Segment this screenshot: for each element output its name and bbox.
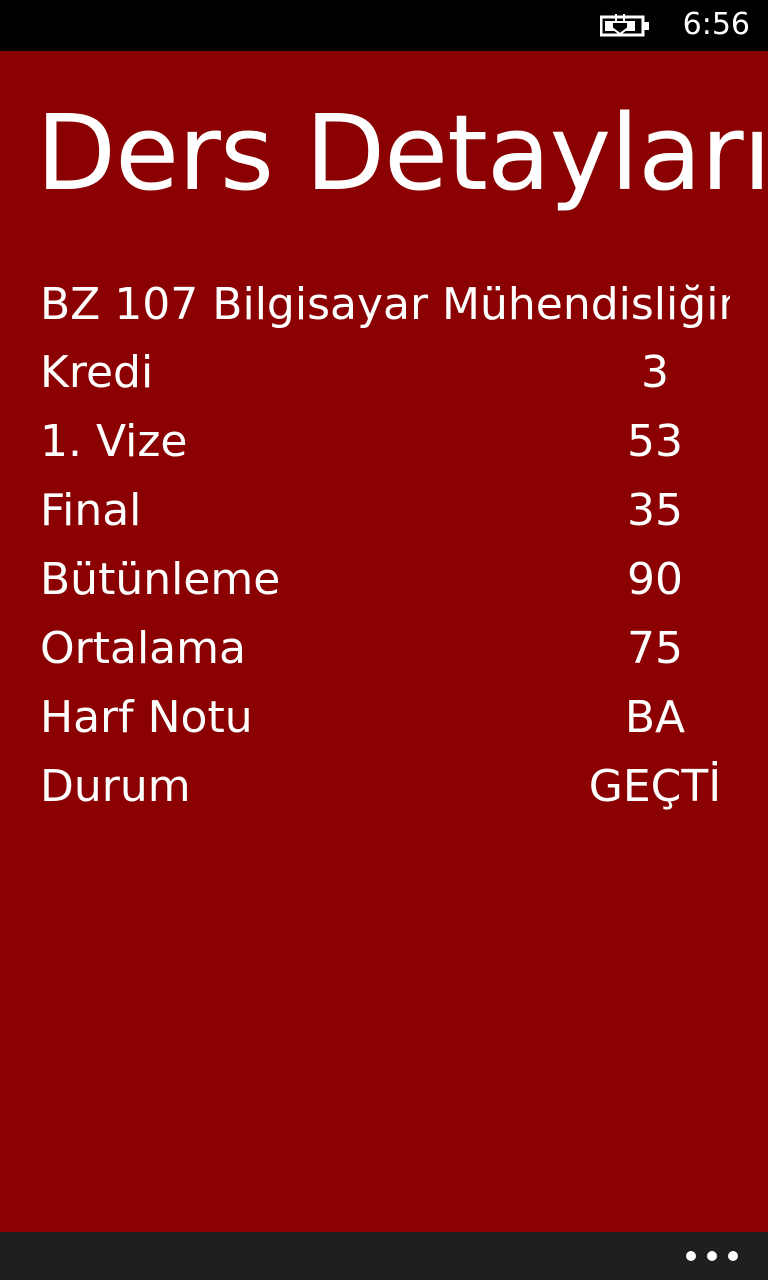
detail-row-vize: 1. Vize 53 [40, 414, 730, 483]
detail-value: 90 [627, 554, 683, 605]
detail-row-butunleme: Bütünleme 90 [40, 552, 730, 621]
detail-value: 53 [627, 416, 683, 467]
detail-row-durum: Durum GEÇTİ [40, 759, 730, 828]
detail-value: 3 [641, 347, 669, 398]
detail-value: 35 [627, 485, 683, 536]
detail-value: BA [624, 692, 686, 743]
detail-row-final: Final 35 [40, 483, 730, 552]
detail-row-ortalama: Ortalama 75 [40, 621, 730, 690]
battery-charging-icon [600, 14, 649, 37]
detail-label: Final [40, 485, 142, 536]
status-bar: 6:56 [0, 0, 768, 51]
detail-value: GEÇTİ [588, 761, 722, 812]
detail-list: Kredi 3 1. Vize 53 Final 35 Bütünleme 90… [40, 345, 730, 828]
page-title: Ders Detayları [36, 92, 768, 214]
detail-label: Harf Notu [40, 692, 253, 743]
detail-row-harf-notu: Harf Notu BA [40, 690, 730, 759]
detail-label: Ortalama [40, 623, 246, 674]
detail-row-kredi: Kredi 3 [40, 345, 730, 414]
detail-label: Durum [40, 761, 191, 812]
course-name: BZ 107 Bilgisayar Mühendisliğine [40, 279, 730, 330]
more-options-button[interactable] [686, 1242, 738, 1270]
detail-label: 1. Vize [40, 416, 188, 467]
detail-label: Kredi [40, 347, 154, 398]
ellipsis-icon [728, 1251, 738, 1261]
ellipsis-icon [686, 1251, 696, 1261]
detail-label: Bütünleme [40, 554, 281, 605]
app-bar [0, 1232, 768, 1280]
status-time: 6:56 [682, 7, 750, 42]
course-details-page: Ders Detayları BZ 107 Bilgisayar Mühendi… [0, 51, 768, 1232]
detail-value: 75 [627, 623, 683, 674]
ellipsis-icon [707, 1251, 717, 1261]
